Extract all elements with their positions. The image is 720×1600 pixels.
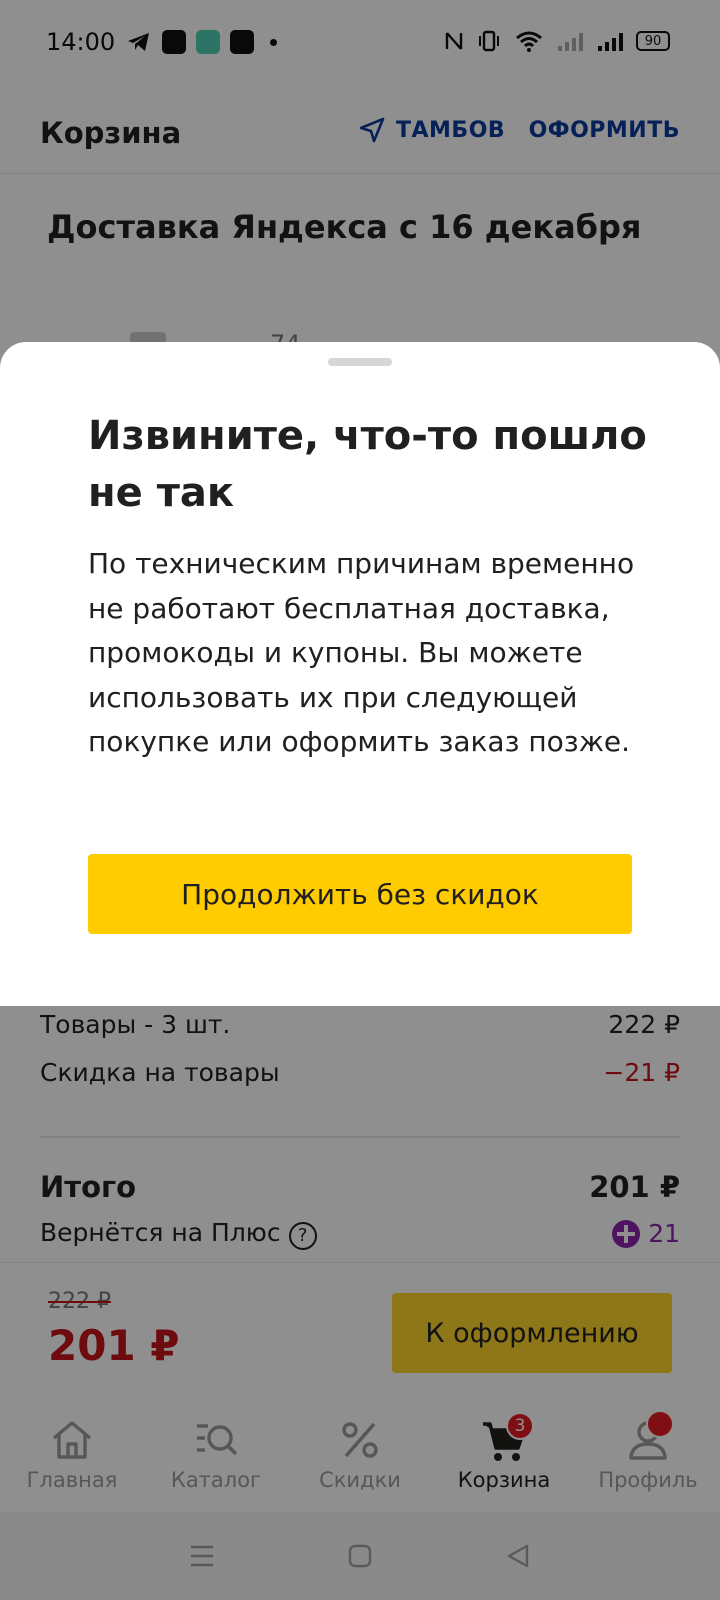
back-icon[interactable] <box>504 1542 532 1570</box>
system-navigation-bar <box>0 1512 720 1600</box>
continue-without-discounts-button[interactable]: Продолжить без скидок <box>88 854 632 934</box>
sheet-title: Извините, что-то пошло не так <box>88 413 647 516</box>
sheet-message: По техническим причинам временно не рабо… <box>88 547 635 758</box>
menu-icon[interactable] <box>188 1543 216 1569</box>
sheet-drag-handle[interactable] <box>328 358 392 366</box>
home-button-icon[interactable] <box>346 1542 374 1570</box>
cart-screen: 14:00 90 Корзина ТАМБОВ ОФОРМИТЬ Доставк… <box>0 0 720 1600</box>
error-bottom-sheet: Извините, что-то пошло не так По техниче… <box>0 342 720 1006</box>
